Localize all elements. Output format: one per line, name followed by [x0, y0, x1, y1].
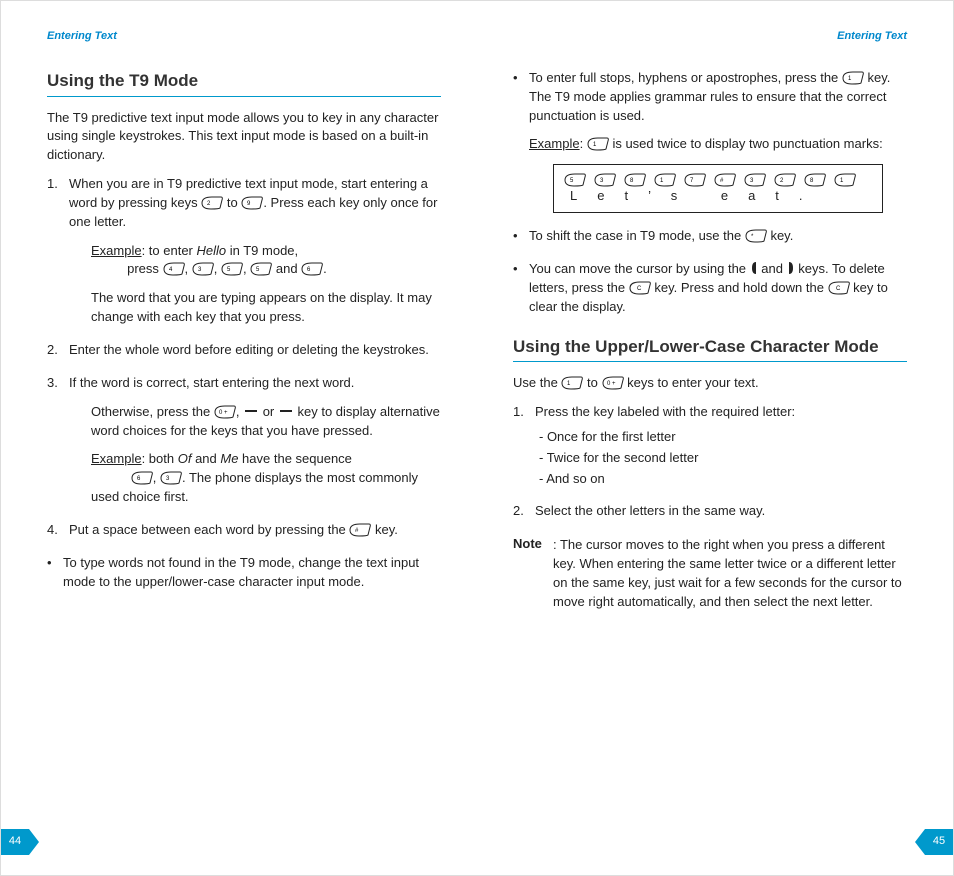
- document-spread: Entering Text Using the T9 Mode The T9 p…: [0, 0, 954, 876]
- heading-case-mode: Using the Upper/Lower-Case Character Mod…: [513, 335, 907, 363]
- step-1-tail: The word that you are typing appears on …: [91, 289, 441, 327]
- nav-right-icon: [787, 261, 795, 275]
- key-2-icon: 2: [774, 173, 796, 187]
- step-2: Enter the whole word before editing or d…: [47, 341, 441, 360]
- svg-text:C: C: [637, 286, 642, 292]
- key-0-icon: 0 +: [602, 376, 624, 390]
- bullet-punctuation: To enter full stops, hyphens or apostrop…: [513, 69, 907, 213]
- key-1-icon: 1: [834, 173, 856, 187]
- key-star-icon: *: [745, 229, 767, 243]
- step-1: When you are in T9 predictive text input…: [47, 175, 441, 327]
- dash-icon: [280, 410, 292, 412]
- dash-once: - Once for the first letter: [539, 428, 907, 447]
- running-header-right: Entering Text: [513, 29, 907, 45]
- t9-intro: The T9 predictive text input mode allows…: [47, 109, 441, 166]
- running-header-left: Entering Text: [47, 29, 441, 45]
- key-7-icon: 7: [684, 173, 706, 187]
- key-hash-icon: #: [714, 173, 736, 187]
- bullet-shift-case: To shift the case in T9 mode, use the * …: [513, 227, 907, 246]
- step-3: If the word is correct, start entering t…: [47, 374, 441, 507]
- key-1-icon: 1: [654, 173, 676, 187]
- nav-left-icon: [750, 261, 758, 275]
- key-3-icon: 3: [160, 471, 182, 485]
- key-5-icon: 5: [250, 262, 272, 276]
- key-hash-icon: #: [349, 523, 371, 537]
- dash-twice: - Twice for the second letter: [539, 449, 907, 468]
- key-9-icon: 9: [241, 196, 263, 210]
- example-punctuation: Example: 1 is used twice to display two …: [529, 135, 907, 154]
- key-5-icon: 5: [564, 173, 586, 187]
- key-5-icon: 5: [221, 262, 243, 276]
- key-1-icon: 1: [842, 71, 864, 85]
- key-0-icon: 0 +: [214, 405, 236, 419]
- step-3-otherwise: Otherwise, press the 0 +, or key to disp…: [91, 403, 441, 441]
- example-of-me: Example: both Of and Me have the sequenc…: [91, 450, 441, 507]
- heading-t9-mode: Using the T9 Mode: [47, 69, 441, 97]
- t9-steps: When you are in T9 predictive text input…: [47, 175, 441, 540]
- key-3-icon: 3: [594, 173, 616, 187]
- right-page: Entering Text To enter full stops, hyphe…: [477, 1, 953, 875]
- keyrow-example-box: 5 3 8 1 7 # 3 2 8 1 Let’s eat.: [553, 164, 883, 213]
- key-8-icon: 8: [804, 173, 826, 187]
- page-number-left: 44: [1, 829, 29, 855]
- key-1-icon: 1: [561, 376, 583, 390]
- key-c-icon: C: [629, 281, 651, 295]
- key-3-icon: 3: [744, 173, 766, 187]
- svg-text:0 +: 0 +: [219, 410, 228, 416]
- key-2-icon: 2: [201, 196, 223, 210]
- svg-text:0 +: 0 +: [607, 381, 616, 387]
- key-1-icon: 1: [587, 137, 609, 151]
- bullet-cursor: You can move the cursor by using the and…: [513, 260, 907, 317]
- keyrow-keys: 5 3 8 1 7 # 3 2 8 1: [564, 173, 872, 187]
- note: Note: The cursor moves to the right when…: [513, 535, 907, 611]
- key-6-icon: 6: [131, 471, 153, 485]
- key-8-icon: 8: [624, 173, 646, 187]
- bullet-switch-mode: To type words not found in the T9 mode, …: [47, 554, 441, 592]
- example-hello: Example: to enter Hello in T9 mode, pres…: [91, 242, 441, 280]
- case-step-1: Press the key labeled with the required …: [513, 403, 907, 488]
- svg-text:C: C: [836, 286, 841, 292]
- left-page: Entering Text Using the T9 Mode The T9 p…: [1, 1, 477, 875]
- key-4-icon: 4: [163, 262, 185, 276]
- dash-icon: [245, 410, 257, 412]
- step-4: Put a space between each word by pressin…: [47, 521, 441, 540]
- key-6-icon: 6: [301, 262, 323, 276]
- case-intro: Use the 1 to 0 + keys to enter your text…: [513, 374, 907, 393]
- page-number-right: 45: [925, 829, 953, 855]
- keyrow-letters: Let’s eat.: [564, 187, 872, 206]
- dash-list: - Once for the first letter - Twice for …: [539, 428, 907, 489]
- case-steps: Press the key labeled with the required …: [513, 403, 907, 521]
- t9-notes: To type words not found in the T9 mode, …: [47, 554, 441, 592]
- key-3-icon: 3: [192, 262, 214, 276]
- t9-notes-cont: To enter full stops, hyphens or apostrop…: [513, 69, 907, 317]
- case-step-2: Select the other letters in the same way…: [513, 502, 907, 521]
- key-c-icon: C: [828, 281, 850, 295]
- dash-so-on: - And so on: [539, 470, 907, 489]
